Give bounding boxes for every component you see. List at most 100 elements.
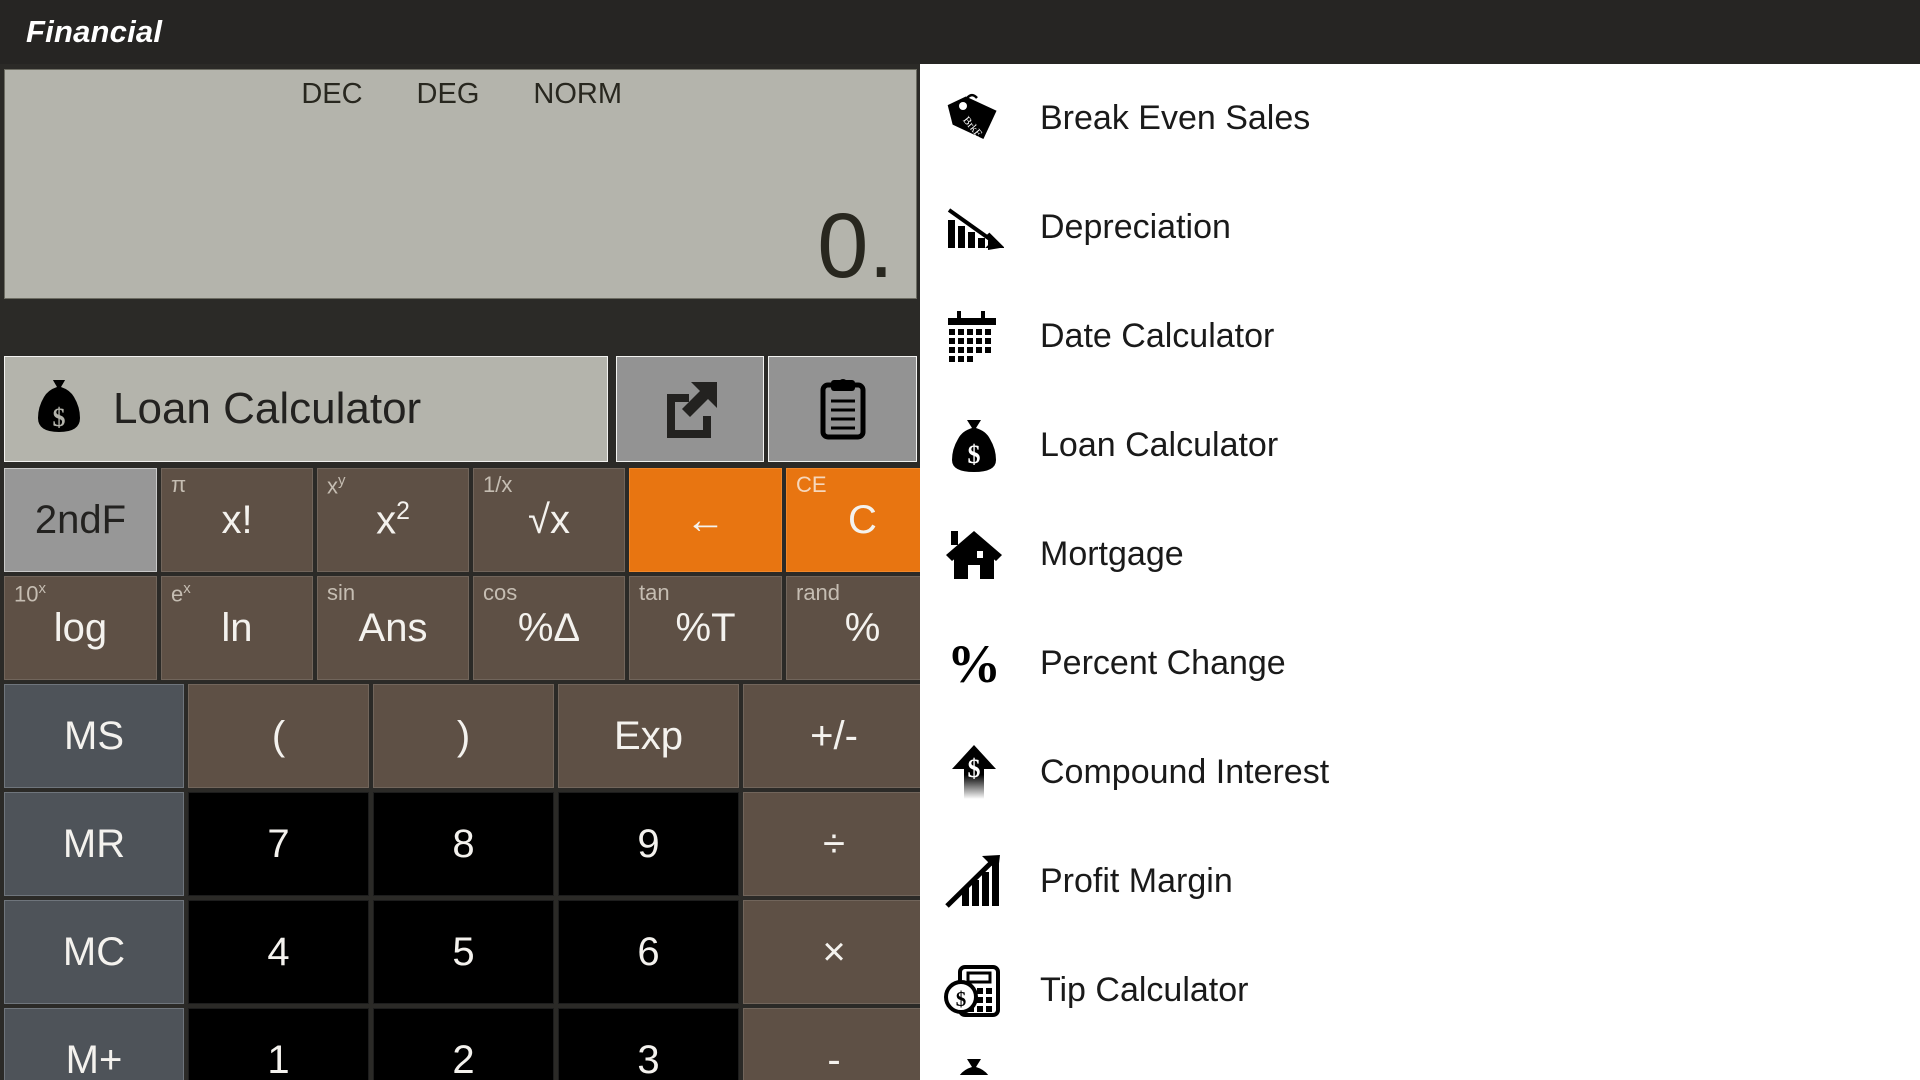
- key-main-label: %: [844, 606, 881, 650]
- keypad-row-functions-2: 10x log ex ln sin Ans cos %Δ tan %T rand…: [4, 576, 939, 680]
- key-sign-toggle[interactable]: +/-: [743, 684, 925, 788]
- svg-text:$: $: [53, 403, 66, 432]
- key-second-function[interactable]: 2ndF: [4, 468, 157, 572]
- menu-item-profit-margin[interactable]: Profit Margin: [920, 827, 1920, 936]
- menu-item-break-even-sales[interactable]: BrkE Break Even Sales: [920, 64, 1920, 173]
- svg-text:$: $: [956, 987, 967, 1011]
- key-main-label: 1: [267, 1038, 290, 1080]
- key-digit-7[interactable]: 7: [188, 792, 369, 896]
- key-main-label: C: [848, 498, 877, 542]
- key-digit-3[interactable]: 3: [558, 1008, 739, 1080]
- key-answer[interactable]: sin Ans: [317, 576, 469, 680]
- declining-bar-chart-icon: [942, 196, 1006, 260]
- calculator-pane: DEC DEG NORM 0. $ Loan Calculator 2ndF π…: [0, 64, 939, 1080]
- key-square-root[interactable]: 1/x √x: [473, 468, 625, 572]
- money-bag-icon: $: [31, 378, 87, 440]
- key-main-label: 2ndF: [34, 498, 127, 542]
- current-mode-label: Loan Calculator: [113, 384, 422, 433]
- key-multiply[interactable]: ×: [743, 900, 925, 1004]
- keypad: 2ndF π x! xy x2 1/x √x ← CE C 10x log ex…: [4, 468, 939, 1080]
- key-main-label: 7: [267, 822, 290, 866]
- money-bag-icon: $: [942, 1055, 1006, 1075]
- key-log[interactable]: 10x log: [4, 576, 157, 680]
- key-backspace[interactable]: ←: [629, 468, 782, 572]
- menu-item-label: Mortgage: [1040, 535, 1184, 573]
- svg-text:$: $: [968, 754, 981, 783]
- key-percent[interactable]: rand %: [786, 576, 939, 680]
- key-main-label: M+: [65, 1038, 123, 1080]
- key-factorial[interactable]: π x!: [161, 468, 313, 572]
- menu-item-mortgage[interactable]: Mortgage: [920, 500, 1920, 609]
- display-mode-indicators: DEC DEG NORM: [5, 78, 900, 111]
- keypad-row-2: MR 7 8 9 ÷: [4, 792, 925, 896]
- keypad-row-4: M+ 1 2 3 -: [4, 1008, 925, 1080]
- app-title: Financial: [26, 14, 163, 49]
- key-memory-add[interactable]: M+: [4, 1008, 184, 1080]
- key-percent-delta[interactable]: cos %Δ: [473, 576, 625, 680]
- key-square[interactable]: xy x2: [317, 468, 469, 572]
- calculator-dollar-icon: $: [942, 959, 1006, 1023]
- menu-item-label: Tip Calculator: [1040, 971, 1249, 1009]
- key-digit-6[interactable]: 6: [558, 900, 739, 1004]
- key-main-label: Ans: [358, 606, 428, 650]
- key-digit-2[interactable]: 2: [373, 1008, 554, 1080]
- key-digit-4[interactable]: 4: [188, 900, 369, 1004]
- key-percent-total[interactable]: tan %T: [629, 576, 782, 680]
- key-memory-clear[interactable]: MC: [4, 900, 184, 1004]
- key-main-label: √x: [528, 498, 570, 542]
- key-subtract[interactable]: -: [743, 1008, 925, 1080]
- key-digit-8[interactable]: 8: [373, 792, 554, 896]
- menu-item-date-calculator[interactable]: Date Calculator: [920, 282, 1920, 391]
- key-divide[interactable]: ÷: [743, 792, 925, 896]
- key-main-label: ): [456, 714, 471, 758]
- key-open-paren[interactable]: (: [188, 684, 369, 788]
- key-main-label: x!: [221, 498, 253, 542]
- key-exponent[interactable]: Exp: [558, 684, 739, 788]
- menu-item-tip-calculator[interactable]: $ Tip Calculator: [920, 936, 1920, 1045]
- key-ln[interactable]: ex ln: [161, 576, 313, 680]
- open-external-icon: [661, 380, 719, 438]
- key-sub-label: 1/x: [483, 472, 513, 497]
- key-sub-label: 10x: [14, 580, 46, 607]
- calculator-display: DEC DEG NORM 0.: [4, 69, 917, 299]
- key-close-paren[interactable]: ): [373, 684, 554, 788]
- rising-bar-chart-icon: [942, 850, 1006, 914]
- key-main-label: %Δ: [517, 606, 581, 650]
- key-main-label: (: [271, 714, 286, 758]
- menu-item-loan-calculator[interactable]: $ Loan Calculator: [920, 391, 1920, 500]
- open-external-button[interactable]: [616, 356, 764, 462]
- menu-item-label: Percent Change: [1040, 644, 1286, 682]
- key-main-label: MR: [62, 822, 126, 866]
- key-memory-store[interactable]: MS: [4, 684, 184, 788]
- backspace-arrow-icon: ←: [685, 498, 726, 542]
- menu-item-percent-change[interactable]: % Percent Change: [920, 609, 1920, 718]
- key-digit-1[interactable]: 1: [188, 1008, 369, 1080]
- keypad-row-functions-1: 2ndF π x! xy x2 1/x √x ← CE C: [4, 468, 939, 572]
- copy-clipboard-button[interactable]: [768, 356, 917, 462]
- calendar-icon: [942, 305, 1006, 369]
- key-main-label: +/-: [810, 714, 858, 758]
- key-main-label: x2: [376, 497, 410, 543]
- app-root: Financial DEC DEG NORM 0. $ Loan Calcula…: [0, 0, 1920, 1080]
- financial-tools-menu[interactable]: BrkE Break Even Sales Depreciation Date …: [920, 64, 1920, 1080]
- key-main-label: Exp: [614, 714, 683, 758]
- menu-item-partial[interactable]: $: [920, 1045, 1920, 1080]
- key-main-label: 8: [452, 822, 475, 866]
- menu-item-compound-interest[interactable]: $ Compound Interest: [920, 718, 1920, 827]
- menu-item-label: Compound Interest: [1040, 753, 1330, 791]
- key-digit-9[interactable]: 9: [558, 792, 739, 896]
- key-digit-5[interactable]: 5: [373, 900, 554, 1004]
- mode-base: DEC: [301, 78, 363, 110]
- keypad-row-3: MC 4 5 6 ×: [4, 900, 925, 1004]
- menu-item-label: Loan Calculator: [1040, 426, 1279, 464]
- key-memory-recall[interactable]: MR: [4, 792, 184, 896]
- key-clear[interactable]: CE C: [786, 468, 939, 572]
- mode-notation: NORM: [533, 78, 622, 110]
- key-sub-label: cos: [483, 580, 518, 605]
- menu-item-depreciation[interactable]: Depreciation: [920, 173, 1920, 282]
- title-bar: Financial: [0, 0, 1920, 64]
- key-main-label: 5: [452, 930, 475, 974]
- key-main-label: %T: [675, 606, 736, 650]
- key-main-label: ÷: [823, 822, 845, 866]
- current-mode-button[interactable]: $ Loan Calculator: [4, 356, 608, 462]
